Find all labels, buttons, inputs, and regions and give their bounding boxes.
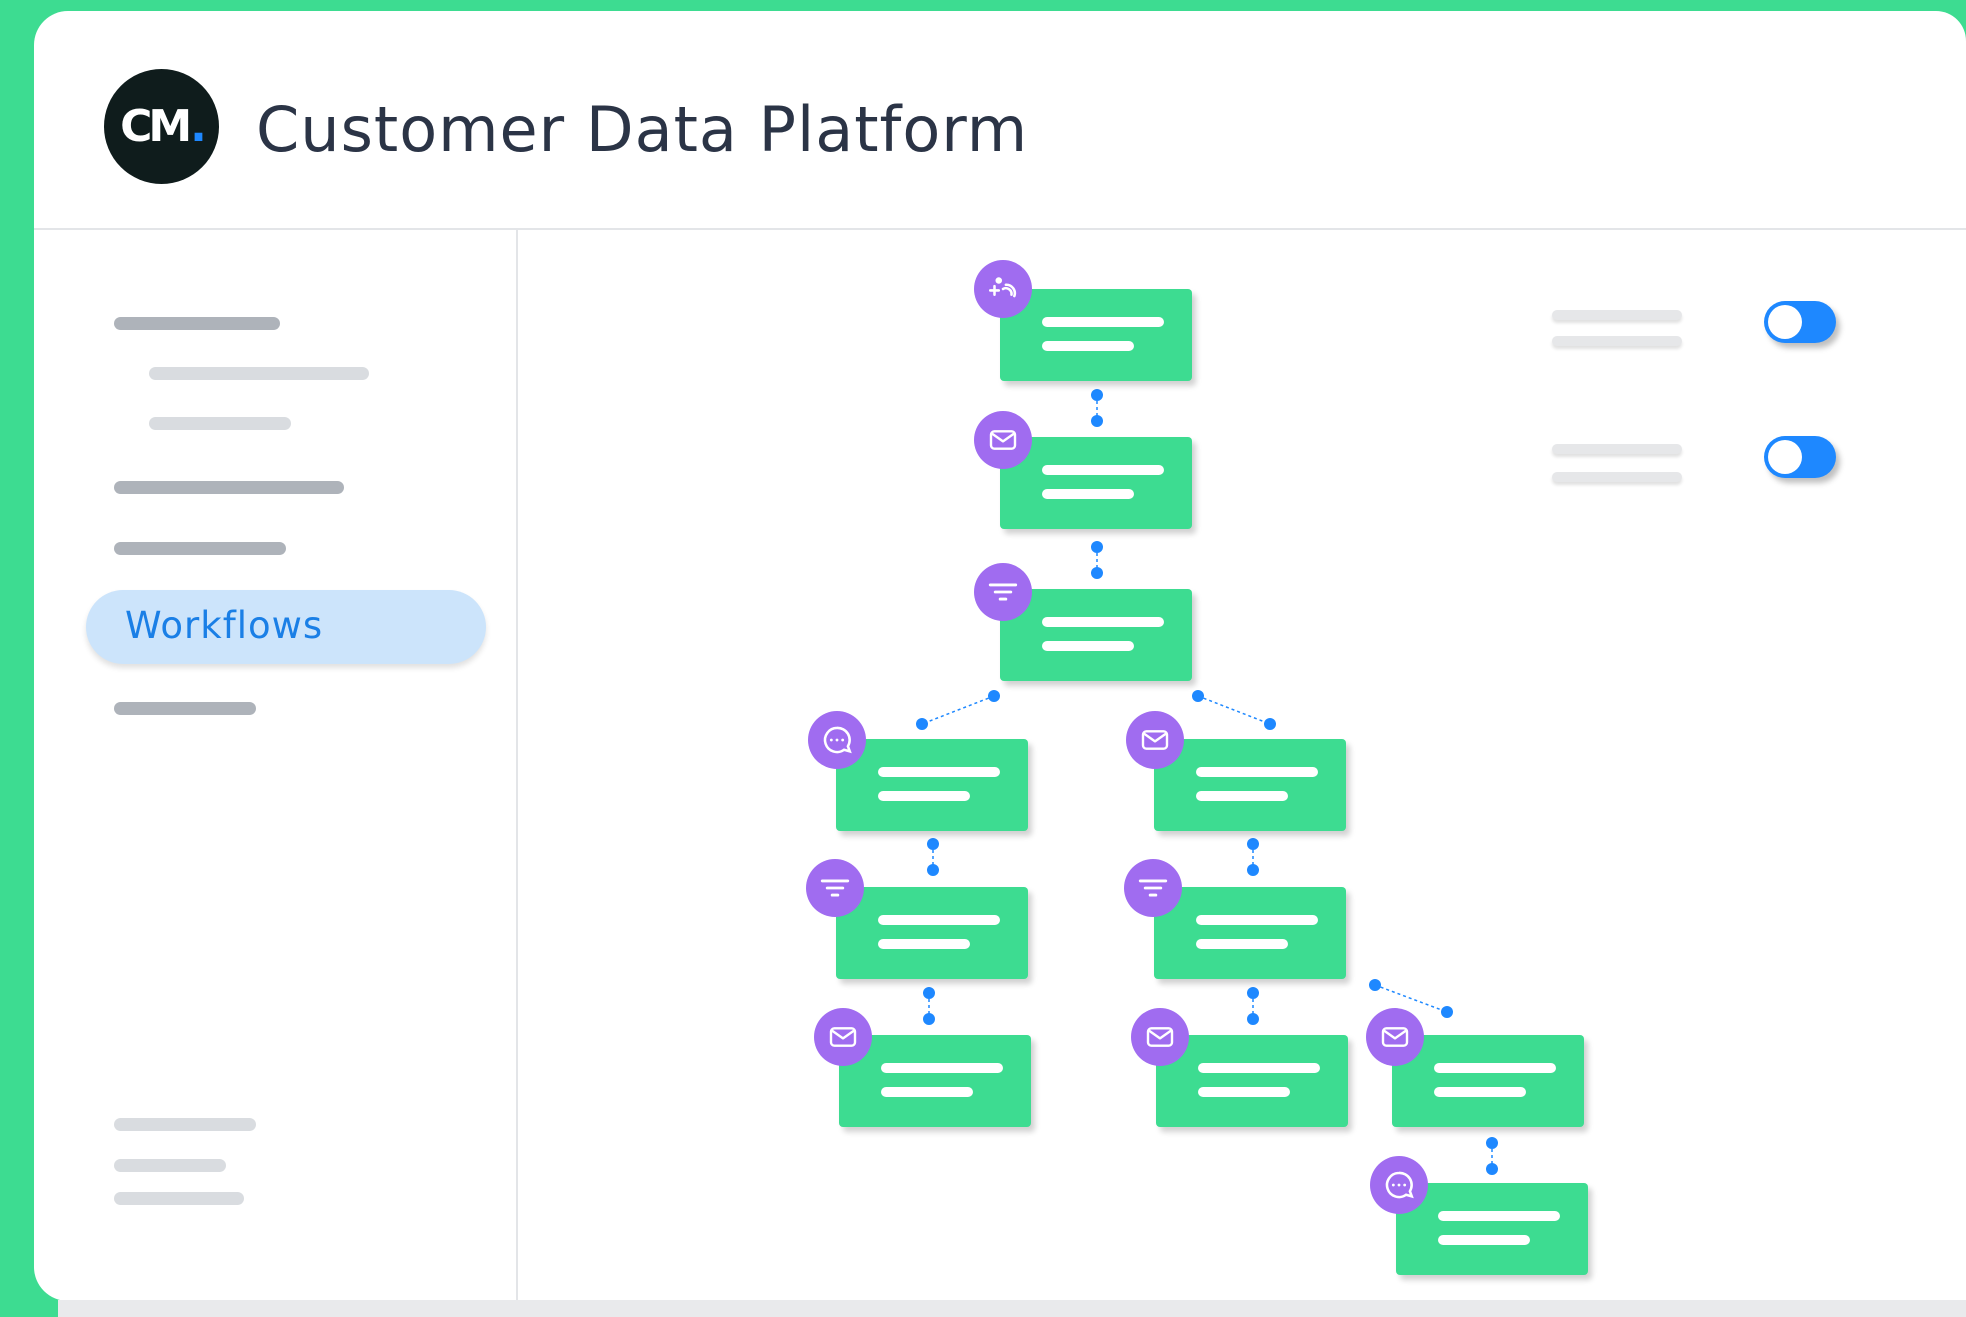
connector [921, 695, 995, 725]
connector-dot[interactable] [1192, 690, 1204, 702]
connector-dot[interactable] [1486, 1163, 1498, 1175]
node-line [1196, 939, 1288, 949]
node-line [1042, 641, 1134, 651]
workflow-node-audience[interactable] [1000, 289, 1192, 381]
connector-dot[interactable] [916, 718, 928, 730]
node-line [1438, 1211, 1560, 1221]
chat-icon [808, 711, 866, 769]
toggle-knob [1768, 305, 1802, 339]
node-line [878, 939, 970, 949]
node-line [1434, 1063, 1556, 1073]
connector-dot[interactable] [1369, 979, 1381, 991]
setting-label-line [1552, 444, 1682, 454]
connector-dot[interactable] [1091, 541, 1103, 553]
toggle-switch-1[interactable] [1764, 301, 1836, 343]
connector [1197, 695, 1271, 725]
node-line [878, 791, 970, 801]
audience-icon [974, 260, 1032, 318]
node-line [1042, 489, 1134, 499]
filter-icon [1124, 859, 1182, 917]
chat-icon [1370, 1156, 1428, 1214]
workflow-node-filter[interactable] [836, 887, 1028, 979]
node-line [881, 1063, 1003, 1073]
toggle-knob [1768, 440, 1802, 474]
connector-dot[interactable] [1247, 1013, 1259, 1025]
connector-dot[interactable] [927, 864, 939, 876]
node-line [1198, 1087, 1290, 1097]
toggle-switch-2[interactable] [1764, 436, 1836, 478]
setting-label-line [1552, 310, 1682, 320]
node-line [881, 1087, 973, 1097]
connector-dot[interactable] [1264, 718, 1276, 730]
node-line [1042, 465, 1164, 475]
node-line [878, 767, 1000, 777]
connector-dot[interactable] [1441, 1006, 1453, 1018]
filter-icon [974, 563, 1032, 621]
node-line [1042, 317, 1164, 327]
connector-dot[interactable] [1091, 415, 1103, 427]
setting-label-line [1552, 336, 1682, 346]
connector-dot[interactable] [923, 987, 935, 999]
mail-icon [974, 411, 1032, 469]
filter-icon [806, 859, 864, 917]
node-line [1438, 1235, 1530, 1245]
node-line [1196, 915, 1318, 925]
setting-label-line [1552, 472, 1682, 482]
mail-icon [1366, 1008, 1424, 1066]
node-line [1434, 1087, 1526, 1097]
connector-dot[interactable] [1091, 567, 1103, 579]
mail-icon [1131, 1008, 1189, 1066]
node-line [878, 915, 1000, 925]
workflow-node-email[interactable] [1154, 739, 1346, 831]
mail-icon [814, 1008, 872, 1066]
connector-dot[interactable] [1247, 838, 1259, 850]
workflow-node-filter[interactable] [1154, 887, 1346, 979]
connector-dot[interactable] [923, 1013, 935, 1025]
connector-dot[interactable] [1486, 1137, 1498, 1149]
connector-dot[interactable] [1247, 864, 1259, 876]
connector-dot[interactable] [927, 838, 939, 850]
node-line [1198, 1063, 1320, 1073]
workflow-canvas [0, 0, 1966, 1317]
workflow-node-chat[interactable] [836, 739, 1028, 831]
node-line [1196, 791, 1288, 801]
node-line [1042, 617, 1164, 627]
mail-icon [1126, 711, 1184, 769]
connector [1374, 984, 1448, 1013]
connector-dot[interactable] [1091, 389, 1103, 401]
connector-dot[interactable] [988, 690, 1000, 702]
node-line [1196, 767, 1318, 777]
node-line [1042, 341, 1134, 351]
connector-dot[interactable] [1247, 987, 1259, 999]
